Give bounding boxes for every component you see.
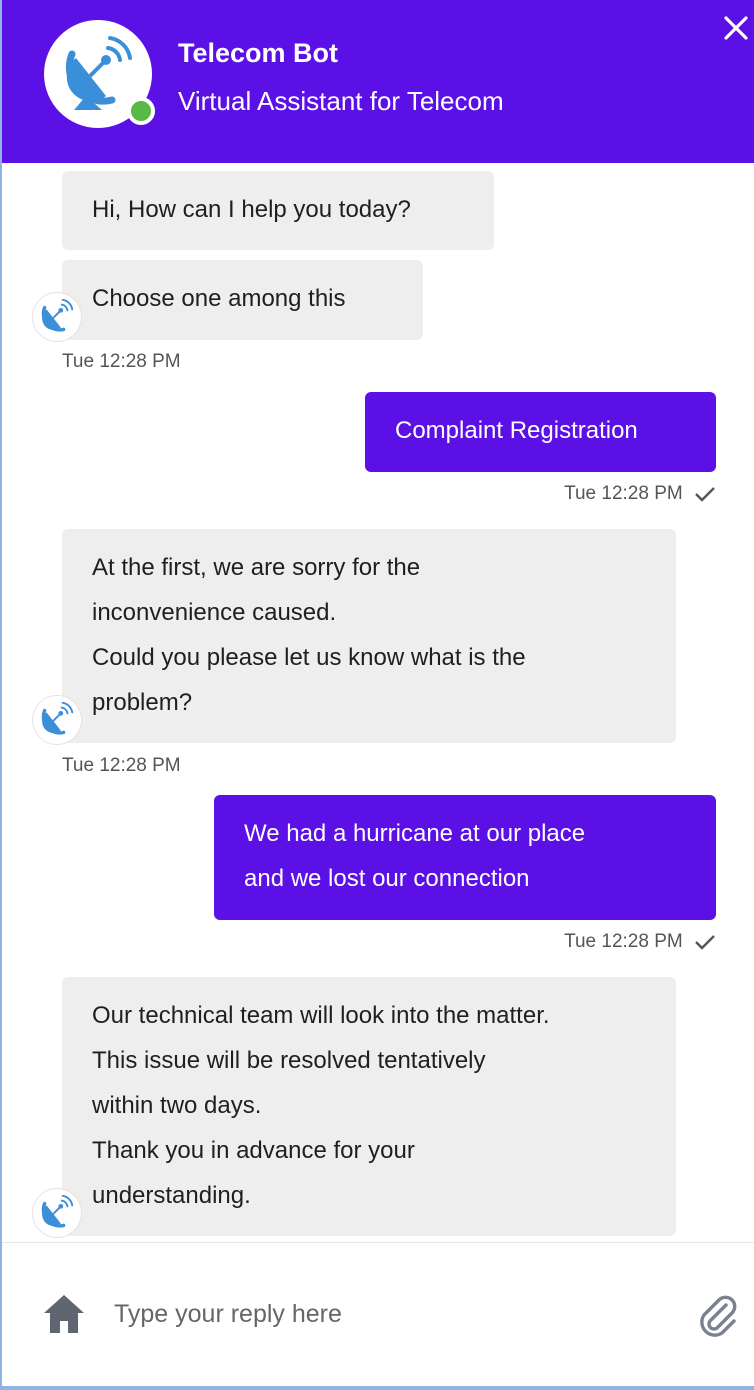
message-text: problem? [92, 689, 193, 716]
message-text: within two days. [92, 1092, 262, 1119]
satellite-dish-icon [41, 298, 74, 332]
message-list[interactable]: Hi, How can I help you today? Choose one… [2, 163, 754, 1242]
bot-subtitle: Virtual Assistant for Telecom [178, 86, 504, 116]
home-button[interactable] [42, 1293, 86, 1335]
checkmark-icon [695, 487, 715, 502]
message-text: At the first, we are sorry for the [92, 554, 421, 581]
reply-input[interactable] [114, 1291, 674, 1337]
message-text: Our technical team will look into the ma… [92, 1002, 550, 1029]
message-timestamp: Tue 12:28 PM [62, 351, 181, 372]
bot-message: Choose one among this [62, 260, 423, 340]
chat-header: Telecom Bot Virtual Assistant for Teleco… [2, 0, 754, 163]
message-text: inconvenience caused. [92, 599, 337, 626]
bot-message-avatar [32, 1188, 82, 1238]
message-timestamp-row: Tue 12:28 PM [564, 931, 716, 953]
message-text: Could you please let us know what is the [92, 644, 526, 671]
satellite-dish-icon [65, 36, 132, 110]
close-button[interactable] [720, 12, 752, 44]
bot-name: Telecom Bot [178, 38, 339, 68]
online-status-indicator [127, 97, 155, 125]
composer [2, 1242, 754, 1386]
message-text: We had a hurricane at our place [244, 820, 586, 847]
message-text: Thank you in advance for your [92, 1137, 415, 1164]
chat-widget: Telecom Bot Virtual Assistant for Teleco… [0, 0, 754, 1390]
user-message: Complaint Registration [365, 392, 716, 472]
bot-message-avatar [32, 695, 82, 745]
checkmark-icon [695, 935, 715, 950]
bot-message-avatar [32, 292, 82, 342]
close-icon [724, 16, 748, 40]
message-timestamp: Tue 12:28 PM [564, 931, 683, 952]
message-timestamp: Tue 12:28 PM [564, 483, 683, 504]
message-timestamp-row: Tue 12:28 PM [564, 483, 716, 505]
bot-message: At the first, we are sorry for the incon… [62, 529, 676, 743]
message-text: Complaint Registration [395, 417, 638, 444]
attach-button[interactable] [696, 1293, 740, 1337]
bot-message: Hi, How can I help you today? [62, 171, 494, 250]
message-text: Choose one among this [92, 285, 346, 312]
user-message: We had a hurricane at our place and we l… [214, 795, 716, 920]
home-icon [44, 1295, 84, 1333]
satellite-dish-icon [41, 1194, 74, 1228]
message-text: understanding. [92, 1182, 251, 1209]
message-text: Hi, How can I help you today? [92, 196, 411, 223]
message-text: This issue will be resolved tentatively [92, 1047, 486, 1074]
message-text: and we lost our connection [244, 865, 530, 892]
paperclip-icon [700, 1295, 737, 1337]
bot-message: Our technical team will look into the ma… [62, 977, 676, 1236]
message-timestamp: Tue 12:28 PM [62, 755, 181, 776]
satellite-dish-icon [41, 701, 74, 735]
